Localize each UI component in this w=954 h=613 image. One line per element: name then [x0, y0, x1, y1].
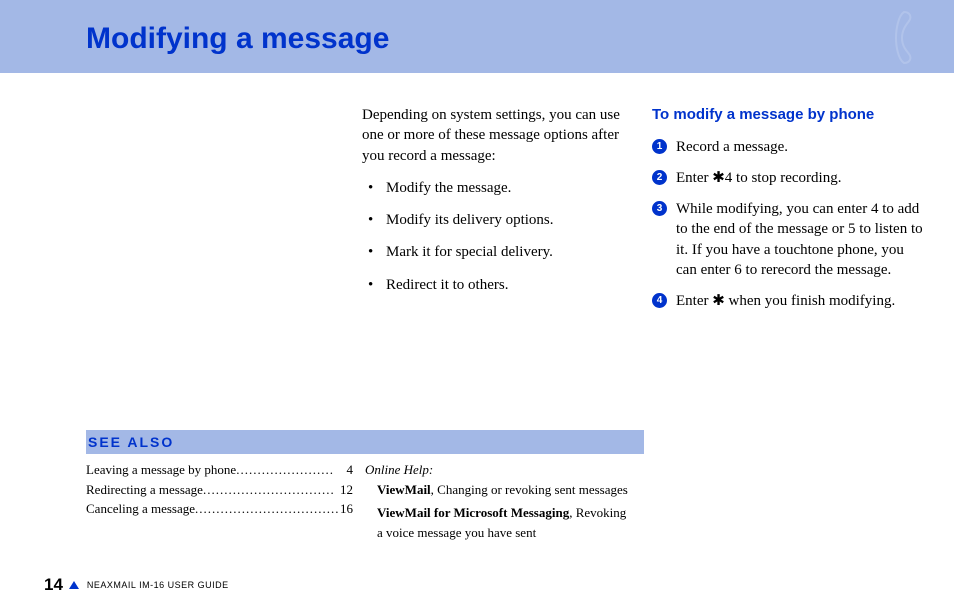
online-help-bold: ViewMail — [377, 482, 431, 497]
step-text: Record a message. — [676, 139, 788, 155]
page-footer: 14 NEAXMAIL IM-16 USER GUIDE — [44, 575, 229, 595]
see-also-block: SEE ALSO Leaving a message by phone ....… — [86, 430, 644, 546]
option-item: Modify its delivery options. — [362, 210, 632, 230]
see-also-ref: Redirecting a message ..................… — [86, 480, 353, 500]
triangle-icon — [69, 581, 79, 589]
see-also-body: Leaving a message by phone .............… — [86, 454, 644, 546]
options-list: Modify the message. Modify its delivery … — [362, 178, 632, 295]
see-also-heading-band: SEE ALSO — [86, 430, 644, 454]
ref-page: 16 — [340, 499, 353, 519]
see-also-ref: Leaving a message by phone .............… — [86, 460, 353, 480]
online-help-label: Online Help: — [365, 460, 632, 480]
online-help-rest: , Changing or revoking sent messages — [431, 482, 628, 497]
procedure-heading: To modify a message by phone — [652, 105, 927, 125]
online-help-item: ViewMail, Changing or revoking sent mess… — [365, 480, 632, 500]
leader-dots: .................................. — [195, 499, 340, 519]
see-also-online-column: Online Help: ViewMail, Changing or revok… — [365, 460, 644, 546]
see-also-heading: SEE ALSO — [88, 434, 174, 450]
leader-dots: ............................... — [203, 480, 340, 500]
ref-label: Leaving a message by phone — [86, 460, 236, 480]
footer-page-number: 14 — [44, 575, 63, 595]
ref-label: Canceling a message — [86, 499, 195, 519]
page: Modifying a message Depending on system … — [0, 0, 954, 613]
page-title: Modifying a message — [86, 22, 389, 56]
option-item: Mark it for special delivery. — [362, 242, 632, 262]
leader-dots: ....................... — [236, 460, 346, 480]
option-item: Redirect it to others. — [362, 275, 632, 295]
step-number-icon: 3 — [652, 201, 667, 216]
step-item: 3 While modifying, you can enter 4 to add… — [652, 199, 927, 280]
intro-column: Depending on system settings, you can us… — [362, 105, 632, 307]
step-item: 2 Enter ✱4 to stop recording. — [652, 168, 927, 188]
intro-text: Depending on system settings, you can us… — [362, 105, 632, 166]
steps-list: 1 Record a message. 2 Enter ✱4 to stop rec… — [652, 137, 927, 312]
ref-label: Redirecting a message — [86, 480, 203, 500]
ref-page: 12 — [340, 480, 353, 500]
step-number-icon: 4 — [652, 293, 667, 308]
procedure-column: To modify a message by phone 1 Record a m… — [652, 105, 927, 322]
online-help-item: ViewMail for Microsoft Messaging, Revoki… — [365, 503, 632, 542]
option-item: Modify the message. — [362, 178, 632, 198]
step-number-icon: 1 — [652, 139, 667, 154]
step-text: Enter ✱ when you finish modifying. — [676, 293, 895, 309]
see-also-refs-column: Leaving a message by phone .............… — [86, 460, 365, 546]
step-text: While modifying, you can enter 4 to add … — [676, 201, 923, 278]
step-item: 4 Enter ✱ when you finish modifying. — [652, 291, 927, 311]
step-text: Enter ✱4 to stop recording. — [676, 170, 841, 186]
online-help-bold: ViewMail for Microsoft Messaging — [377, 505, 569, 520]
see-also-ref: Canceling a message ....................… — [86, 499, 353, 519]
step-number-icon: 2 — [652, 170, 667, 185]
phone-handset-icon — [894, 10, 932, 65]
footer-guide-name: NEAXMAIL IM-16 USER GUIDE — [87, 580, 229, 590]
ref-page: 4 — [347, 460, 354, 480]
step-item: 1 Record a message. — [652, 137, 927, 157]
